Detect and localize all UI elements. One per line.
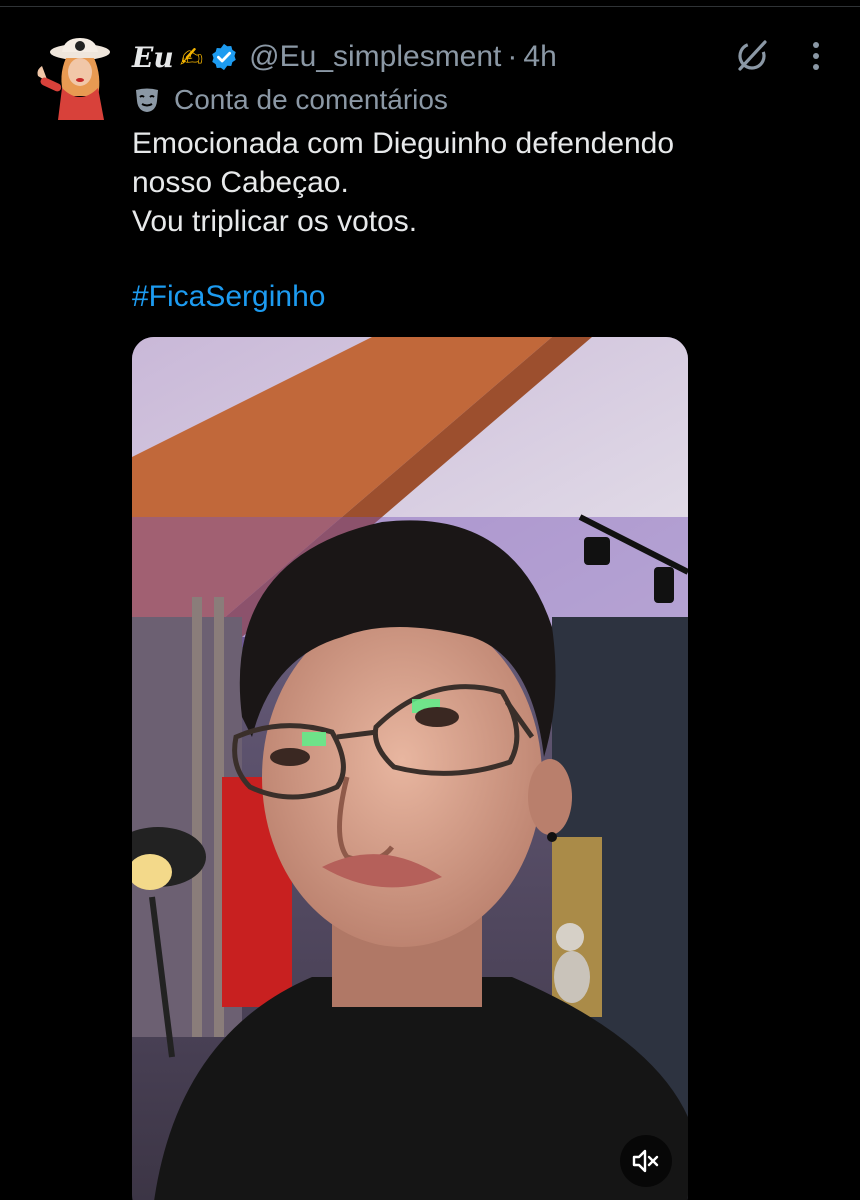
video-frame	[132, 337, 688, 1200]
account-label-row: Conta de comentários	[132, 84, 448, 116]
writing-hand-emoji: ✍	[179, 41, 204, 73]
hashtag-link[interactable]: #FicaSerginho	[132, 280, 325, 314]
top-divider	[0, 6, 860, 7]
post-text: Emocionada com Dieguinho defendendo noss…	[132, 124, 812, 241]
post-text-line: Vou triplicar os votos.	[132, 205, 418, 238]
video-player[interactable]	[132, 337, 688, 1200]
mute-toggle-button[interactable]	[620, 1135, 672, 1187]
user-handle[interactable]: @Eu_simplesment	[249, 40, 501, 74]
post-text-line: nosso Cabeçao.	[132, 166, 349, 199]
speaker-muted-icon	[632, 1149, 659, 1173]
theater-mask-icon	[136, 88, 158, 112]
separator-dot: ·	[507, 40, 518, 73]
avatar[interactable]	[28, 36, 112, 120]
more-options-icon[interactable]	[804, 38, 828, 74]
post-text-line: Emocionada com Dieguinho defendendo	[132, 127, 675, 160]
verified-badge-icon	[212, 43, 236, 71]
account-label-text: Conta de comentários	[174, 84, 448, 115]
post-header: Eu ✍ @Eu_simplesment · 4h	[132, 40, 557, 74]
display-name[interactable]: Eu	[132, 41, 174, 74]
post-time[interactable]: 4h	[523, 40, 556, 74]
grok-icon[interactable]	[734, 38, 770, 74]
